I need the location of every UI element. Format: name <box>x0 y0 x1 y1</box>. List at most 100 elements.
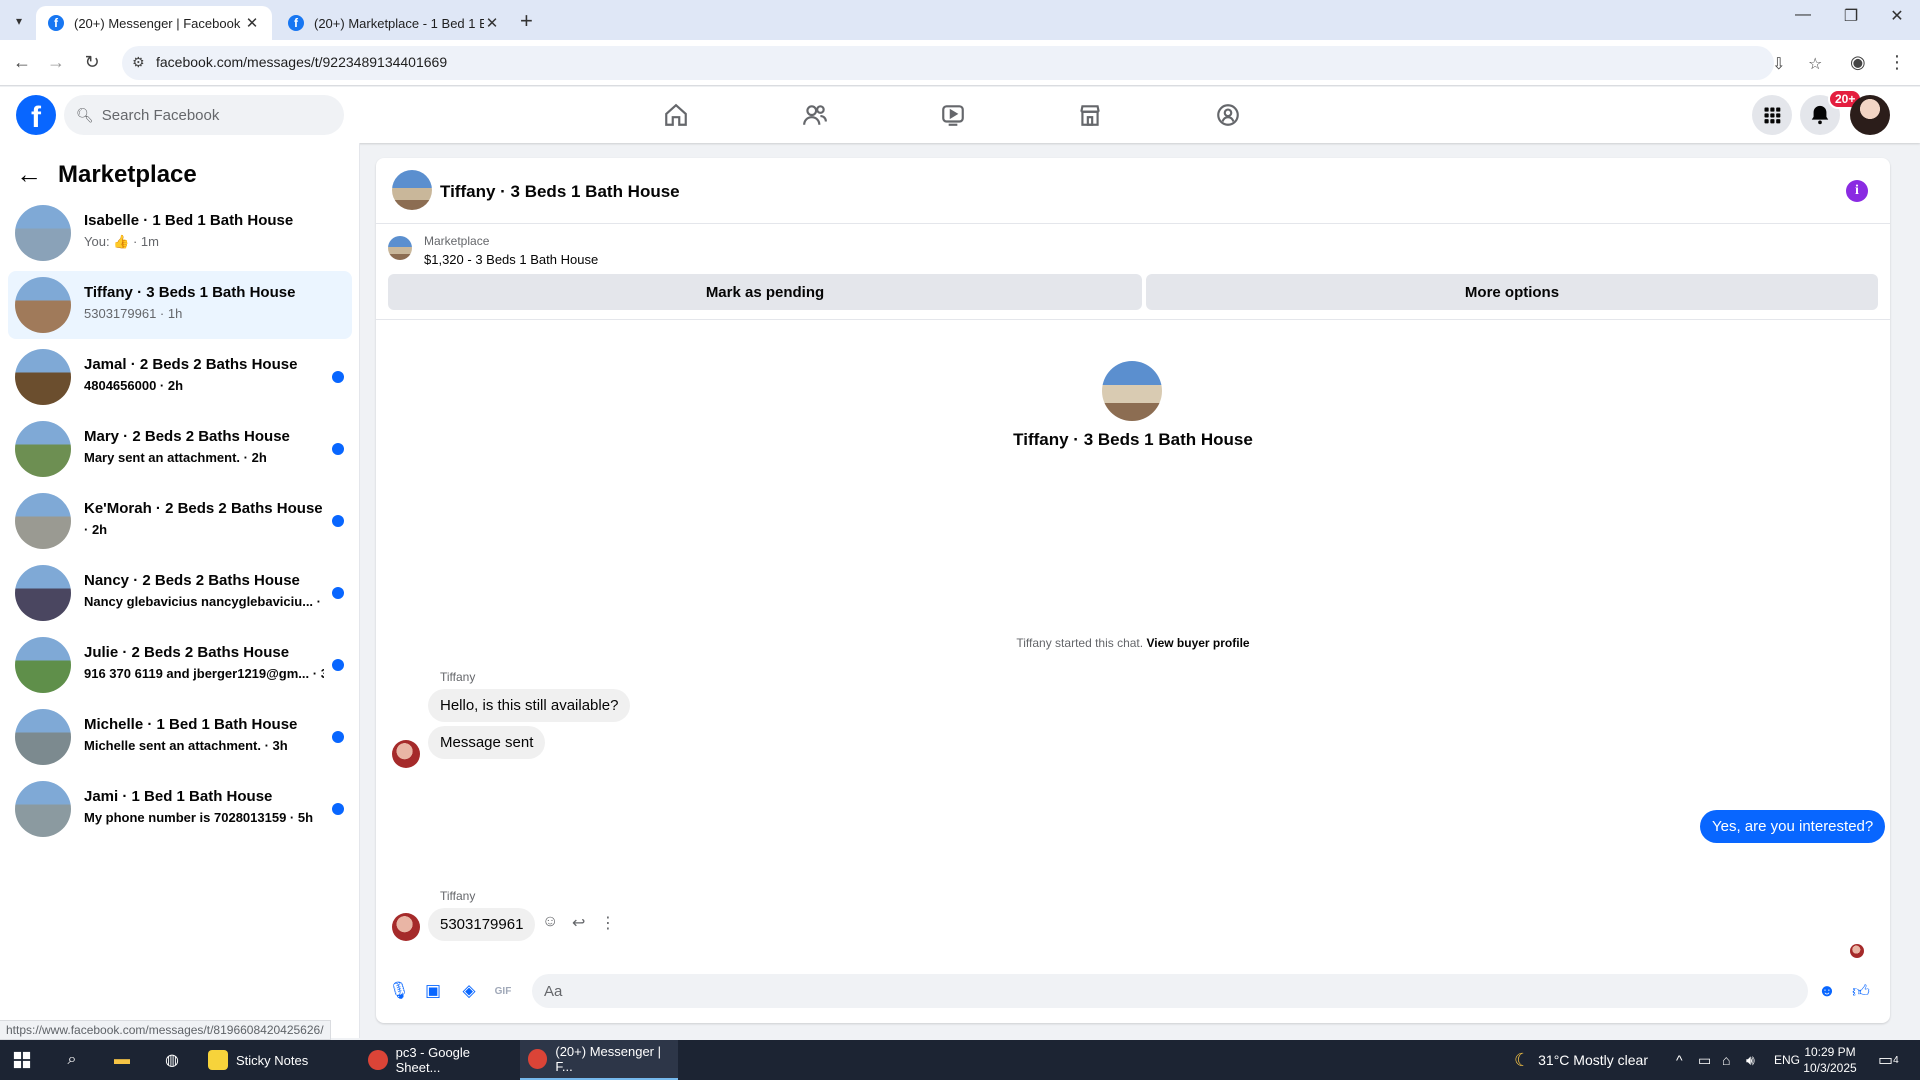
message-input[interactable] <box>544 982 1744 1000</box>
sidebar-header: ← Marketplace <box>16 159 197 190</box>
status-bar-url: https://www.facebook.com/messages/t/8196… <box>0 1020 331 1040</box>
listing-thumbnail <box>15 781 71 837</box>
conversation-item[interactable]: Jamal · 2 Beds 2 Baths House 4804656000 ·… <box>8 343 352 411</box>
more-actions-icon[interactable]: ⋮ <box>600 913 616 933</box>
conversation-item[interactable]: Tiffany · 3 Beds 1 Bath House 5303179961 … <box>8 271 352 339</box>
address-bar[interactable]: ⚙ facebook.com/messages/t/92234891344016… <box>122 46 1822 80</box>
facebook-logo-icon[interactable]: f <box>16 95 56 135</box>
chat-title[interactable]: Tiffany · 3 Beds 1 Bath House <box>440 182 680 202</box>
mark-as-pending-button[interactable]: Mark as pending <box>388 274 1142 310</box>
friends-icon[interactable] <box>795 95 835 135</box>
app-icon[interactable]: ◍ <box>160 1048 184 1072</box>
search-taskbar-icon[interactable]: ⌕ <box>60 1048 84 1072</box>
menu-grid-icon[interactable] <box>1752 95 1792 135</box>
microphone-icon[interactable]: 🎙︎ <box>388 980 410 1002</box>
conversation-item[interactable]: Isabelle · 1 Bed 1 Bath House You: 👍 · 1m <box>8 199 352 267</box>
conversation-title: Nancy · 2 Beds 2 Baths House <box>84 572 300 589</box>
file-explorer-icon[interactable]: ▬ <box>110 1048 134 1072</box>
tab-search-dropdown-icon[interactable]: ▾ <box>8 10 30 32</box>
clock-date: 10/3/2025 <box>1803 1061 1857 1075</box>
tab-marketplace[interactable]: f (20+) Marketplace - 1 Bed 1 Ba ✕ <box>276 6 512 40</box>
show-hidden-icons[interactable]: ^ <box>1676 1040 1683 1080</box>
taskbar-app-google-sheets[interactable]: pc3 - Google Sheet... <box>360 1040 516 1080</box>
emoji-icon[interactable]: ☻ <box>1816 980 1838 1002</box>
weather-widget[interactable]: ☾ 31°C Mostly clear <box>1514 1040 1648 1080</box>
bookmark-star-icon[interactable]: ☆ <box>1808 54 1822 74</box>
profile-icon[interactable]: ◉ <box>1850 52 1866 73</box>
more-options-button[interactable]: More options <box>1146 274 1878 310</box>
back-arrow-icon[interactable]: ← <box>16 159 42 190</box>
windows-start-icon[interactable] <box>10 1048 34 1072</box>
reload-icon[interactable]: ↻ <box>80 52 104 73</box>
view-buyer-profile-link[interactable]: View buyer profile <box>1146 636 1249 650</box>
conversation-item[interactable]: Ke'Morah · 2 Beds 2 Baths House · 2h <box>8 487 352 555</box>
gif-icon[interactable]: GIF <box>492 980 514 1002</box>
conversation-item[interactable]: Mary · 2 Beds 2 Baths House Mary sent an … <box>8 415 352 483</box>
system-tray-device-icon[interactable]: ▭ <box>1698 1040 1711 1080</box>
listing-thumbnail <box>15 349 71 405</box>
conversation-title: Jami · 1 Bed 1 Bath House <box>84 788 273 805</box>
chat-listing-avatar[interactable] <box>392 170 432 210</box>
listing-price-title[interactable]: $1,320 - 3 Beds 1 Bath House <box>424 252 598 267</box>
groups-icon[interactable] <box>1208 95 1248 135</box>
unread-dot <box>332 731 344 743</box>
chrome-icon <box>528 1049 548 1069</box>
marketplace-icon[interactable] <box>1070 95 1110 135</box>
listing-thumbnail[interactable] <box>388 236 412 260</box>
sender-avatar[interactable] <box>392 740 420 768</box>
search-input[interactable] <box>101 106 322 124</box>
conversation-item[interactable]: Julie · 2 Beds 2 Baths House 916 370 6119… <box>8 631 352 699</box>
forward-icon[interactable]: → <box>44 52 68 73</box>
minimize-icon[interactable]: — <box>1780 6 1826 24</box>
message-bubble-incoming[interactable]: Hello, is this still available? <box>428 689 631 722</box>
conversation-item[interactable]: Michelle · 1 Bed 1 Bath House Michelle se… <box>8 703 352 771</box>
notification-center-icon[interactable]: ▭ 4 <box>1878 1040 1899 1080</box>
back-icon[interactable]: ← <box>10 52 34 73</box>
message-input-box[interactable] <box>532 974 1808 1008</box>
info-icon[interactable]: i <box>1846 180 1868 202</box>
taskbar-app-sticky-notes[interactable]: Sticky Notes <box>200 1040 350 1080</box>
close-window-icon[interactable]: ✕ <box>1874 6 1920 26</box>
video-icon[interactable] <box>933 95 973 135</box>
attach-photo-icon[interactable]: ▣ <box>422 980 444 1002</box>
conversation-title: Jamal · 2 Beds 2 Baths House <box>84 356 298 373</box>
message-composer: 🎙︎ ▣ ◈ GIF ☻ 👍︎ <box>376 968 1890 1014</box>
new-tab-button[interactable]: + <box>520 8 540 34</box>
react-emoji-icon[interactable]: ☺ <box>542 913 558 931</box>
conversation-item[interactable]: Jami · 1 Bed 1 Bath House My phone number… <box>8 775 352 843</box>
message-bubble-outgoing[interactable]: Yes, are you interested? <box>1700 810 1886 843</box>
home-icon[interactable] <box>656 95 696 135</box>
clock[interactable]: 10:29 PM 10/3/2025 <box>1800 1044 1860 1076</box>
sticker-icon[interactable]: ◈ <box>458 980 480 1002</box>
chat-header: Tiffany · 3 Beds 1 Bath House i <box>376 158 1890 224</box>
tab-messenger[interactable]: f (20+) Messenger | Facebook ✕ <box>36 6 272 40</box>
conversation-item[interactable]: Nancy · 2 Beds 2 Baths House Nancy glebav… <box>8 559 352 627</box>
chat-profile-avatar[interactable] <box>1102 361 1162 421</box>
restore-icon[interactable]: ❐ <box>1828 6 1874 26</box>
chrome-menu-icon[interactable]: ⋮ <box>1888 52 1906 73</box>
install-app-icon[interactable]: ⇩ <box>1772 54 1785 74</box>
sender-avatar[interactable] <box>392 913 420 941</box>
search-box[interactable]: 🔍︎ <box>64 95 344 135</box>
conversation-preview: Michelle sent an attachment. · 3h <box>84 738 288 753</box>
tab-close-icon[interactable]: ✕ <box>484 14 500 32</box>
weather-moon-icon: ☾ <box>1514 1049 1531 1070</box>
site-info-icon[interactable]: ⚙ <box>132 54 145 71</box>
chat-profile-title: Tiffany · 3 Beds 1 Bath House <box>1013 430 1253 449</box>
network-icon[interactable]: ⌂ <box>1722 1040 1730 1080</box>
account-avatar[interactable] <box>1850 95 1890 135</box>
browser-toolbar: ← → ↻ ⚙ facebook.com/messages/t/92234891… <box>0 40 1920 86</box>
language-indicator[interactable]: ENG <box>1774 1040 1800 1080</box>
tab-close-icon[interactable]: ✕ <box>244 14 260 32</box>
facebook-header: f 🔍︎ 20+ <box>0 87 1920 143</box>
unread-dot <box>332 803 344 815</box>
message-bubble-incoming[interactable]: 5303179961 <box>428 908 536 941</box>
message-bubble-incoming[interactable]: Message sent <box>428 726 546 759</box>
marketplace-sidebar: ← Marketplace Isabelle · 1 Bed 1 Bath Ho… <box>0 143 360 1038</box>
thumbs-up-icon[interactable]: 👍︎ <box>1850 980 1872 1002</box>
reply-icon[interactable]: ↩ <box>572 913 585 933</box>
conversation-preview: Nancy glebavicius nancyglebaviciu... · 3… <box>84 594 324 609</box>
volume-icon[interactable]: 🔊︎ <box>1746 1040 1755 1080</box>
conversation-preview: Mary sent an attachment. · 2h <box>84 450 267 465</box>
taskbar-app-messenger[interactable]: (20+) Messenger | F... <box>520 1040 678 1080</box>
